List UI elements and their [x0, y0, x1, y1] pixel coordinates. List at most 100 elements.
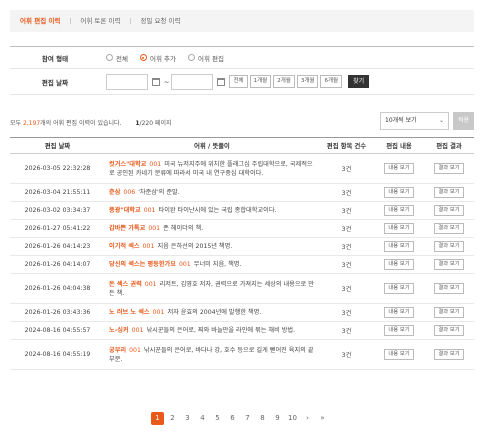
row-word-link[interactable]: 춘삼	[109, 189, 120, 196]
row-word-cell: 이기적 섹스 001 지음 은하선의 2015년 책명.	[105, 237, 319, 256]
view-content-button[interactable]: 내용 보기	[384, 163, 414, 174]
period-all-button[interactable]: 전체	[229, 75, 248, 88]
row-word-cell: 춘삼 006 '차준삼'의 준말.	[105, 183, 319, 202]
view-result-button[interactable]: 결과 보기	[434, 349, 464, 360]
chevron-down-icon: ⌄	[438, 117, 444, 124]
view-content-button[interactable]: 내용 보기	[384, 325, 414, 336]
row-word-number: 001	[143, 207, 156, 214]
view-result-button[interactable]: 결과 보기	[434, 187, 464, 198]
table-row: 2026-01-26 04:04:38 돈 섹스 권력 001 리저트, 김영호 저…	[10, 273, 474, 304]
period-3m-button[interactable]: 3개월	[296, 75, 319, 88]
view-result-button[interactable]: 결과 보기	[434, 205, 464, 216]
radio-all[interactable]: 전체	[106, 53, 128, 63]
header-word: 어휘 / 뜻풀이	[105, 137, 319, 154]
row-word-link[interactable]: 풍광"대학교	[109, 207, 141, 214]
radio-edit-indicator[interactable]	[187, 54, 195, 61]
page-link-8[interactable]: 8	[256, 412, 269, 425]
page-link-7[interactable]: 7	[241, 412, 254, 425]
page-link-10[interactable]: 10	[286, 412, 299, 425]
last-page-icon[interactable]: »	[316, 412, 329, 425]
view-content-button[interactable]: 내용 보기	[384, 241, 414, 252]
tab-discussion-history[interactable]: 어휘 토론 이력	[70, 10, 130, 32]
row-definition: 존 헤이더의 책.	[163, 225, 204, 232]
page-link-9[interactable]: 9	[271, 412, 284, 425]
next-page-icon[interactable]: ›	[301, 412, 314, 425]
table-row: 2024-08-16 04:55:57 노-싱커 001 낚시꾼들의 은어로, 찌와…	[10, 321, 474, 340]
view-content-button[interactable]: 내용 보기	[384, 349, 414, 360]
view-result-button[interactable]: 결과 보기	[434, 259, 464, 270]
row-date: 2026-01-27 05:41:22	[10, 219, 105, 238]
page-size-select[interactable]: 10개씩 보기 ⌄	[380, 112, 449, 130]
period-2m-button[interactable]: 2개월	[273, 75, 295, 88]
row-word-link[interactable]: 궁부리	[109, 347, 126, 354]
row-count: 3건	[319, 321, 374, 340]
row-word-number: 001	[149, 160, 162, 168]
page-link-2[interactable]: 2	[166, 412, 179, 425]
radio-edit[interactable]: 어휘 편집	[187, 53, 224, 63]
header-result: 편집 결과	[424, 137, 474, 154]
row-word-cell: 당신의 섹스는 평등한가요 001 무너미 지음, 책명.	[105, 255, 319, 274]
period-1m-button[interactable]: 1개월	[249, 75, 272, 88]
row-word-link[interactable]: 노 러브 노 섹스	[109, 309, 150, 316]
view-result-button[interactable]: 결과 보기	[434, 307, 464, 318]
row-word-number: 001	[152, 309, 165, 316]
view-result-button[interactable]: 결과 보기	[434, 223, 464, 234]
result-summary: 모두 2,197개의 어휘 편집 이력이 있습니다. 1/220 페이지	[10, 118, 172, 127]
calendar-icon[interactable]	[217, 77, 226, 86]
row-definition: 지음 은하선의 2015년 책명.	[157, 243, 233, 250]
view-content-button[interactable]: 내용 보기	[384, 187, 414, 198]
row-date: 2024-08-16 04:55:57	[10, 321, 105, 340]
row-definition: 타이완 타이난시에 있는 국립 종합대학교이다.	[158, 207, 277, 214]
end-date-input[interactable]	[171, 73, 214, 90]
search-button[interactable]: 찾기	[348, 75, 370, 88]
apply-button[interactable]: 적용	[453, 112, 474, 130]
radio-add-indicator[interactable]	[139, 54, 147, 61]
row-word-link[interactable]: 이기적 섹스	[109, 243, 140, 250]
view-result-button[interactable]: 결과 보기	[434, 325, 464, 336]
filter-type-label: 참여 형태	[41, 54, 69, 63]
view-result-button[interactable]: 결과 보기	[434, 163, 464, 174]
tab-edit-history[interactable]: 어휘 편집 이력	[10, 10, 70, 32]
filter-date-row: 편집 날짜 ~ 전체 1개월 2개월 3개월 6개월 찾기	[10, 69, 474, 95]
header-date: 편집 날짜	[10, 137, 105, 154]
page-link-1[interactable]: 1	[151, 412, 164, 425]
view-content-button[interactable]: 내용 보기	[384, 259, 414, 270]
view-result-button[interactable]: 결과 보기	[434, 241, 464, 252]
row-word-link[interactable]: 컷거스"대학교	[109, 161, 146, 168]
row-word-link[interactable]: 노-싱커	[109, 327, 129, 334]
page-link-4[interactable]: 4	[196, 412, 209, 425]
radio-all-label: 전체	[116, 54, 128, 63]
view-result-button[interactable]: 결과 보기	[434, 283, 464, 294]
calendar-icon[interactable]	[152, 77, 160, 86]
period-6m-button[interactable]: 6개월	[320, 75, 343, 88]
row-date: 2026-01-26 04:14:23	[10, 237, 105, 256]
history-tabs: 어휘 편집 이력 어휘 토론 이력 정밀 요청 이력	[10, 10, 474, 32]
row-count: 3건	[319, 237, 374, 256]
row-word-link[interactable]: 돈 섹스 권력	[109, 281, 142, 288]
row-definition: '차준삼'의 준말.	[138, 189, 180, 196]
page-link-6[interactable]: 6	[226, 412, 239, 425]
header-content: 편집 내용	[374, 137, 424, 154]
view-content-button[interactable]: 내용 보기	[384, 307, 414, 318]
radio-all-indicator[interactable]	[106, 54, 113, 61]
view-content-button[interactable]: 내용 보기	[384, 283, 414, 294]
start-date-input[interactable]	[106, 73, 148, 90]
page-link-5[interactable]: 5	[211, 412, 224, 425]
row-count: 3건	[319, 339, 374, 370]
table-row: 2026-01-27 05:41:22 갑바쁜 가톡교 001 존 헤이더의 책. …	[10, 219, 474, 238]
row-definition: 저자 윤효의 2004년에 발행한 책명.	[167, 309, 262, 316]
view-content-button[interactable]: 내용 보기	[384, 205, 414, 216]
table-row: 2026-03-02 03:34:37 풍광"대학교 001 타이완 타이난시에 있…	[10, 201, 474, 220]
tab-request-history[interactable]: 정밀 요청 이력	[130, 10, 190, 32]
row-date: 2024-08-16 04:55:19	[10, 339, 105, 370]
row-word-number: 006	[123, 189, 136, 196]
row-word-number: 001	[131, 327, 144, 334]
row-word-link[interactable]: 당신의 섹스는 평등한가요	[109, 261, 176, 268]
view-content-button[interactable]: 내용 보기	[384, 223, 414, 234]
row-date: 2026-01-26 04:04:38	[10, 273, 105, 304]
row-word-link[interactable]: 갑바쁜 가톡교	[109, 225, 145, 232]
row-word-number: 001	[178, 261, 191, 268]
radio-add[interactable]: 어휘 추가	[139, 53, 176, 63]
page-link-3[interactable]: 3	[181, 412, 194, 425]
row-word-number: 001	[129, 346, 141, 354]
